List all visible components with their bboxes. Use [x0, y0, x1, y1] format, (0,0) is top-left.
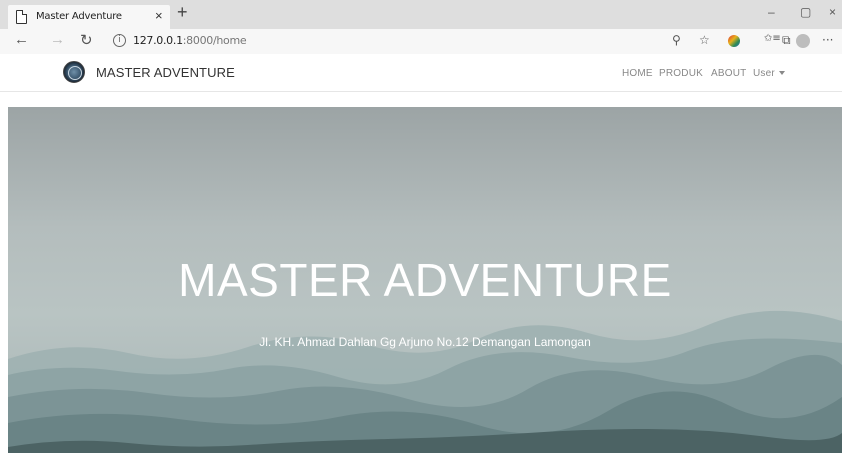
- close-window-icon[interactable]: ×: [829, 5, 836, 19]
- nav-about[interactable]: ABOUT: [711, 68, 746, 79]
- back-icon[interactable]: ←: [14, 31, 29, 48]
- minimize-icon[interactable]: –: [768, 5, 775, 19]
- profile-icon[interactable]: [796, 34, 810, 48]
- url-host: 127.0.0.1: [133, 34, 183, 47]
- favorites-icon[interactable]: ✩≡: [764, 33, 781, 44]
- nav-home[interactable]: HOME: [622, 68, 653, 79]
- url-field[interactable]: 127.0.0.1:8000/home: [133, 34, 247, 47]
- nav-user-label: User: [753, 68, 775, 79]
- tab-title: Master Adventure: [36, 11, 122, 22]
- site-navbar: MASTER ADVENTURE HOME PRODUK ABOUT User: [0, 54, 842, 92]
- hero-banner: MASTER ADVENTURE Jl. KH. Ahmad Dahlan Gg…: [8, 107, 842, 453]
- nav-user-dropdown[interactable]: User: [753, 68, 785, 79]
- more-icon[interactable]: ···: [822, 33, 833, 47]
- browser-tab[interactable]: Master Adventure ×: [8, 5, 170, 29]
- hero-address: Jl. KH. Ahmad Dahlan Gg Arjuno No.12 Dem…: [259, 335, 591, 349]
- restore-icon[interactable]: ▢: [800, 5, 811, 19]
- tab-close-icon[interactable]: ×: [155, 8, 163, 23]
- forward-icon[interactable]: →: [50, 31, 65, 48]
- browser-address-bar: ← → ↻ i 127.0.0.1:8000/home ⚲ ☆ ✩≡ ⧉ ···: [0, 29, 842, 54]
- brand-name[interactable]: MASTER ADVENTURE: [96, 65, 235, 80]
- site-info-icon[interactable]: i: [113, 34, 126, 47]
- star-icon[interactable]: ☆: [699, 33, 710, 47]
- extension-icon[interactable]: [728, 35, 740, 47]
- url-path: :8000/home: [182, 34, 247, 47]
- nav-produk[interactable]: PRODUK: [659, 68, 703, 79]
- search-icon[interactable]: ⚲: [672, 33, 681, 47]
- refresh-icon[interactable]: ↻: [80, 31, 93, 49]
- collections-icon[interactable]: ⧉: [782, 33, 791, 48]
- caret-down-icon: [778, 71, 785, 75]
- browser-tab-bar: Master Adventure × + – ▢ ×: [0, 0, 842, 29]
- new-tab-icon[interactable]: +: [177, 2, 188, 23]
- page-icon: [16, 10, 27, 24]
- brand-logo[interactable]: [63, 61, 85, 83]
- hero-title: MASTER ADVENTURE: [178, 254, 672, 306]
